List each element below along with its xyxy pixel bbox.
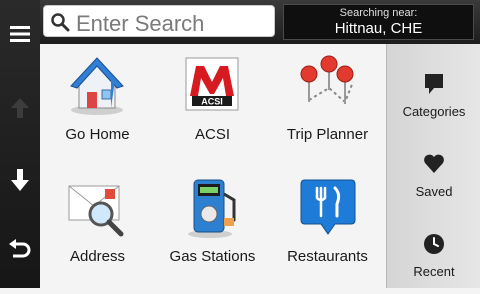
searching-near-label: Searching near: bbox=[339, 7, 418, 19]
back-arrow-icon bbox=[9, 239, 31, 258]
acsi-logo-text: ACSI bbox=[201, 97, 223, 107]
scroll-down-button[interactable] bbox=[0, 160, 40, 200]
category-label: Address bbox=[69, 248, 126, 265]
left-rail bbox=[0, 0, 40, 288]
saved-button[interactable]: Saved bbox=[387, 134, 480, 214]
arrow-up-icon bbox=[11, 98, 29, 118]
category-go-home[interactable]: Go Home bbox=[40, 44, 155, 166]
category-grid: Go Home ACSI ACSI Trip Planner Address G… bbox=[40, 44, 386, 288]
category-label: Gas Stations bbox=[169, 248, 256, 265]
arrow-down-icon bbox=[11, 169, 29, 191]
category-acsi[interactable]: ACSI ACSI bbox=[155, 44, 270, 166]
trip-planner-pins-icon bbox=[300, 55, 354, 104]
scroll-up-button[interactable] bbox=[0, 88, 40, 128]
searching-near-button[interactable]: Searching near: Hittnau, CHE bbox=[283, 4, 474, 40]
address-envelope-icon bbox=[68, 185, 124, 237]
category-address[interactable]: Address bbox=[40, 166, 155, 288]
search-input[interactable]: Enter Search bbox=[43, 5, 275, 37]
side-label: Saved bbox=[415, 184, 453, 199]
house-icon bbox=[70, 57, 124, 115]
category-gas-stations[interactable]: Gas Stations bbox=[155, 166, 270, 288]
fuel-pump-icon bbox=[188, 179, 236, 238]
back-button[interactable] bbox=[0, 230, 40, 270]
heart-icon bbox=[424, 154, 444, 173]
side-label: Recent bbox=[413, 264, 455, 279]
category-restaurants[interactable]: Restaurants bbox=[270, 166, 385, 288]
search-icon bbox=[51, 13, 70, 32]
search-placeholder: Enter Search bbox=[76, 11, 205, 36]
recent-button[interactable]: Recent bbox=[387, 214, 480, 294]
menu-button[interactable] bbox=[0, 14, 40, 54]
side-menu: Categories Saved Recent bbox=[386, 44, 480, 288]
category-label: ACSI bbox=[194, 126, 230, 143]
hamburger-menu-icon bbox=[10, 26, 30, 42]
categories-button[interactable]: Categories bbox=[387, 54, 480, 134]
clock-icon bbox=[424, 234, 444, 254]
restaurant-icon bbox=[300, 179, 356, 235]
category-label: Go Home bbox=[65, 126, 130, 143]
category-label: Restaurants bbox=[287, 248, 368, 265]
category-trip-planner[interactable]: Trip Planner bbox=[270, 44, 385, 166]
acsi-logo-icon: ACSI bbox=[185, 57, 239, 111]
speech-bubble-icon bbox=[425, 74, 443, 94]
side-label: Categories bbox=[402, 104, 466, 119]
searching-near-value: Hittnau, CHE bbox=[334, 20, 423, 37]
category-label: Trip Planner bbox=[286, 126, 369, 143]
